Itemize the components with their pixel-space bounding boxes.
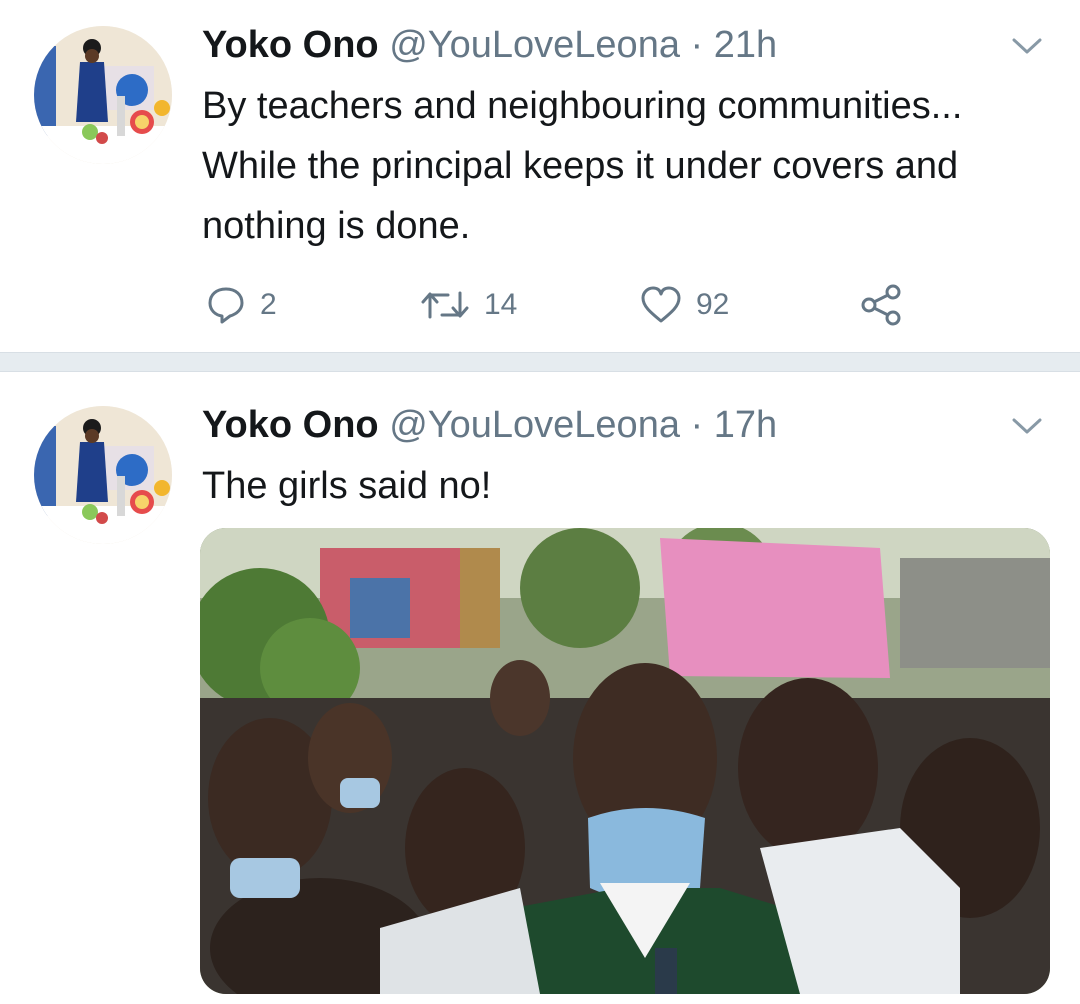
like-button[interactable]: 92: [640, 280, 729, 330]
reply-button[interactable]: 2: [206, 280, 277, 330]
tweet-text: By teachers and neighbouring communities…: [202, 85, 963, 247]
profile-photo-icon: [34, 26, 172, 164]
tweet-media[interactable]: [200, 528, 1050, 994]
timestamp[interactable]: 17h: [714, 404, 777, 446]
separator-dot: ·: [690, 24, 704, 66]
display-name[interactable]: Yoko Ono: [202, 24, 379, 66]
chevron-down-icon[interactable]: [1010, 34, 1044, 58]
timestamp[interactable]: 21h: [714, 24, 777, 66]
tweet-1[interactable]: Yoko Ono @YouLoveLeona · 21h By teachers…: [0, 0, 1080, 352]
reply-icon: [208, 287, 244, 324]
like-count: 92: [696, 288, 730, 321]
chevron-down-icon[interactable]: [1010, 414, 1044, 438]
retweet-icon: [421, 291, 469, 319]
tweet-header: Yoko Ono @YouLoveLeona · 17h: [202, 406, 777, 444]
user-handle[interactable]: @YouLoveLeona: [389, 404, 680, 446]
reply-count: 2: [260, 288, 277, 321]
display-name[interactable]: Yoko Ono: [202, 404, 379, 446]
retweet-count: 14: [484, 288, 518, 321]
tweet-text: The girls said no!: [202, 465, 492, 507]
profile-photo-icon: [34, 406, 172, 544]
retweet-button[interactable]: 14: [420, 280, 517, 330]
video-photo-icon: [200, 528, 1050, 994]
user-handle[interactable]: @YouLoveLeona: [389, 24, 680, 66]
heart-icon: [641, 286, 681, 323]
tweet-header: Yoko Ono @YouLoveLeona · 21h: [202, 26, 777, 64]
tweet-actions: 2 14 92: [0, 280, 1080, 330]
tweet-2[interactable]: Yoko Ono @YouLoveLeona · 17h The girls s…: [0, 372, 1080, 1004]
share-button[interactable]: [860, 280, 902, 330]
separator-dot: ·: [690, 404, 704, 446]
avatar[interactable]: [34, 26, 172, 164]
share-icon: [861, 284, 901, 326]
avatar[interactable]: [34, 406, 172, 544]
tweet-divider: [0, 352, 1080, 372]
